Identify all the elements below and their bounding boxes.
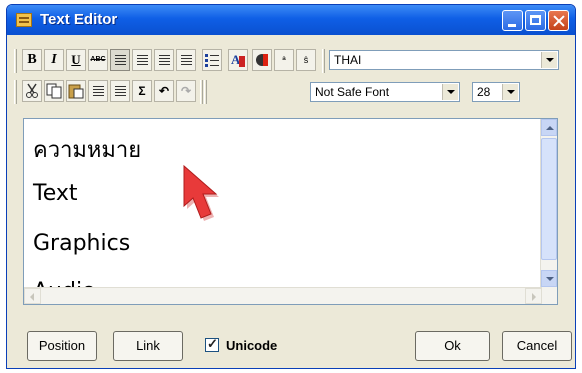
font-size-select-value: 28	[477, 85, 491, 99]
editing-toolbar: Σ ↶ ↷ Not Safe Font 28	[12, 78, 532, 106]
scroll-right-icon[interactable]	[525, 288, 542, 304]
align-right-icon	[159, 55, 170, 65]
vertical-scrollbar[interactable]	[540, 119, 557, 304]
highlight-icon	[256, 54, 268, 66]
cancel-button[interactable]: Cancel	[502, 331, 572, 361]
scroll-left-icon[interactable]	[24, 288, 41, 304]
italic-button[interactable]: I	[44, 49, 64, 71]
chevron-down-icon[interactable]	[541, 52, 557, 68]
justify-icon	[181, 55, 192, 65]
title-bar[interactable]: Text Editor	[7, 5, 575, 35]
editor-line[interactable]: ความหมาย	[33, 132, 141, 167]
indent-icon	[115, 86, 126, 96]
close-button[interactable]	[548, 10, 569, 31]
minimize-button[interactable]	[502, 10, 523, 31]
chevron-down-icon[interactable]	[502, 84, 518, 100]
redo-button[interactable]: ↷	[176, 80, 196, 102]
indent-button[interactable]	[110, 80, 130, 102]
scroll-up-icon[interactable]	[541, 119, 557, 136]
strikethrough-button[interactable]: ABC	[88, 49, 108, 71]
outdent-icon	[93, 86, 104, 96]
editor-line[interactable]: Text	[33, 181, 78, 206]
toolbar-separator	[322, 49, 325, 73]
charset-select[interactable]: THAI	[329, 50, 559, 70]
align-left-icon	[115, 55, 126, 65]
font-color-button[interactable]: A	[228, 49, 248, 71]
window-title: Text Editor	[40, 11, 118, 28]
position-button[interactable]: Position	[27, 331, 97, 361]
subscript-button[interactable]: ŝ	[296, 49, 316, 71]
maximize-button[interactable]	[525, 10, 546, 31]
unicode-label: Unicode	[226, 338, 278, 353]
copy-button[interactable]	[44, 80, 64, 102]
text-editor-icon	[16, 13, 32, 27]
toolbar-grip[interactable]	[204, 80, 207, 104]
charset-select-value: THAI	[334, 53, 362, 67]
bullet-list-button[interactable]	[202, 49, 222, 71]
bold-button[interactable]: B	[22, 49, 42, 71]
paste-button[interactable]	[66, 80, 86, 102]
font-color-icon: A	[231, 52, 245, 67]
ok-button[interactable]: Ok	[415, 331, 490, 361]
undo-button[interactable]: ↶	[154, 80, 174, 102]
highlight-button[interactable]	[252, 49, 272, 71]
align-left-button[interactable]	[110, 49, 130, 71]
text-editor-window: Text Editor B I U ABC A ª ŝ THAI Σ ↶ ↷ N…	[6, 4, 576, 369]
font-size-select[interactable]: 28	[472, 82, 520, 102]
toolbar-separator	[200, 80, 203, 104]
pointer-cursor-icon	[183, 164, 219, 221]
toolbar-grip[interactable]	[14, 49, 17, 73]
outdent-button[interactable]	[88, 80, 108, 102]
scrollbar-thumb[interactable]	[541, 138, 557, 260]
text-editor-area[interactable]: ความหมาย Text Graphics Audio	[23, 118, 558, 305]
justify-button[interactable]	[176, 49, 196, 71]
align-center-button[interactable]	[132, 49, 152, 71]
copy-icon	[46, 83, 62, 99]
horizontal-scrollbar[interactable]	[24, 287, 542, 304]
underline-button[interactable]: U	[66, 49, 86, 71]
editor-line[interactable]: Graphics	[33, 231, 130, 256]
link-button[interactable]: Link	[113, 331, 183, 361]
scroll-down-icon[interactable]	[541, 270, 557, 287]
align-right-button[interactable]	[154, 49, 174, 71]
superscript-button[interactable]: ª	[274, 49, 294, 71]
formatting-toolbar: B I U ABC A ª ŝ THAI	[12, 47, 572, 75]
bullet-list-icon	[205, 54, 219, 67]
cut-button[interactable]	[22, 80, 42, 102]
paste-icon	[68, 84, 84, 99]
font-select[interactable]: Not Safe Font	[310, 82, 460, 102]
sigma-button[interactable]: Σ	[132, 80, 152, 102]
align-center-icon	[137, 55, 148, 65]
font-select-value: Not Safe Font	[315, 85, 390, 99]
chevron-down-icon[interactable]	[442, 84, 458, 100]
toolbar-grip[interactable]	[14, 80, 17, 104]
unicode-checkbox[interactable]	[205, 336, 219, 352]
scissors-icon	[26, 83, 38, 98]
